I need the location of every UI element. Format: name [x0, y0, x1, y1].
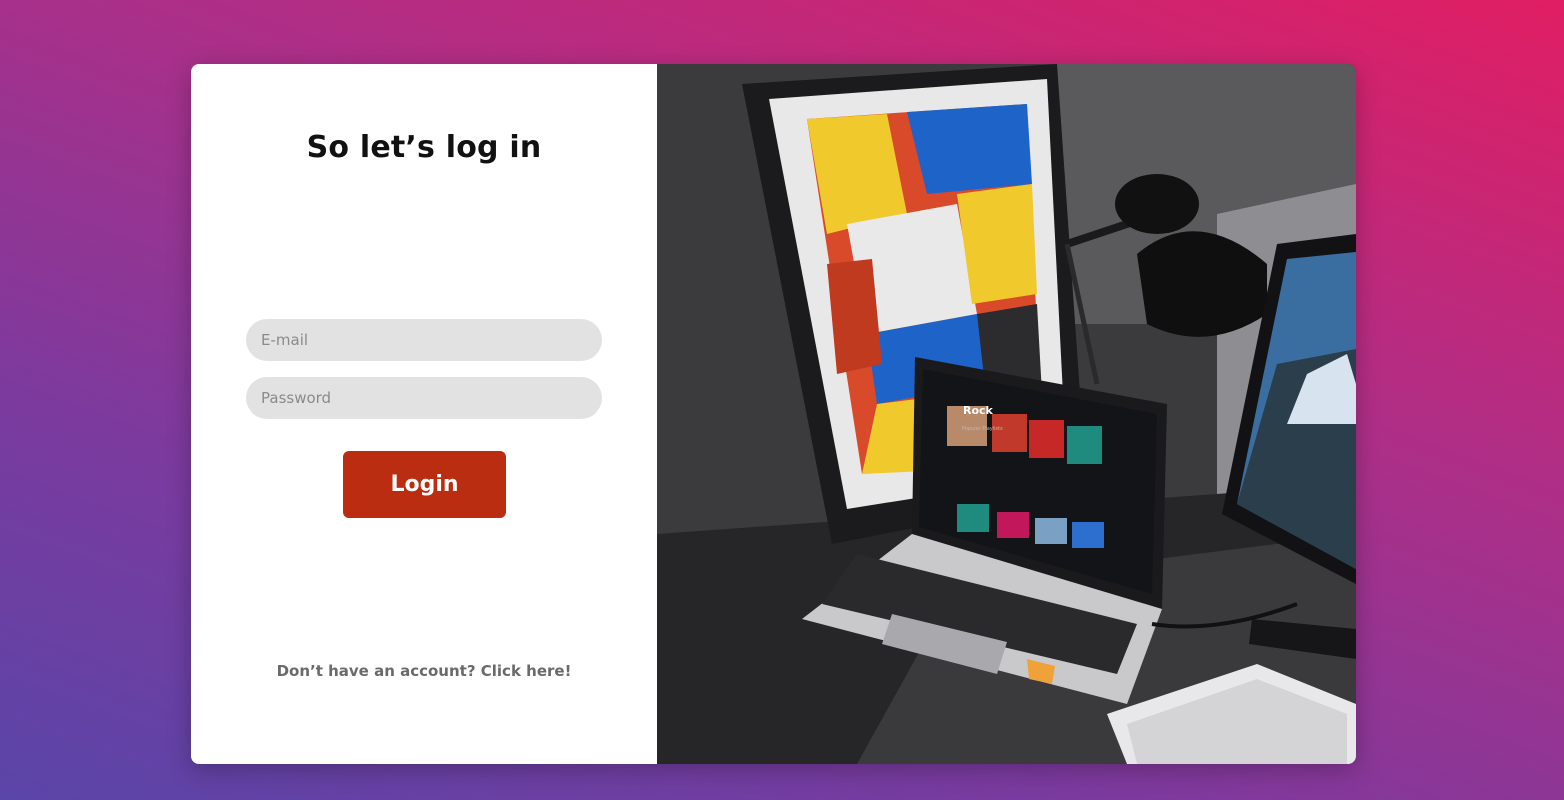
workspace-illustration: Rock Popular Playlists [657, 64, 1356, 764]
login-panel: So let’s log in Login Don’t have an acco… [191, 64, 657, 764]
login-card: So let’s log in Login Don’t have an acco… [191, 64, 1356, 764]
login-button[interactable]: Login [343, 451, 506, 518]
laptop-screen-subtitle: Popular Playlists [962, 426, 1003, 432]
hero-photo: Rock Popular Playlists [657, 64, 1356, 764]
email-field[interactable] [246, 319, 602, 361]
laptop-screen-title: Rock [963, 404, 994, 417]
signup-link[interactable]: Don’t have an account? Click here! [191, 662, 657, 680]
page-title: So let’s log in [306, 130, 542, 165]
password-field[interactable] [246, 377, 602, 419]
